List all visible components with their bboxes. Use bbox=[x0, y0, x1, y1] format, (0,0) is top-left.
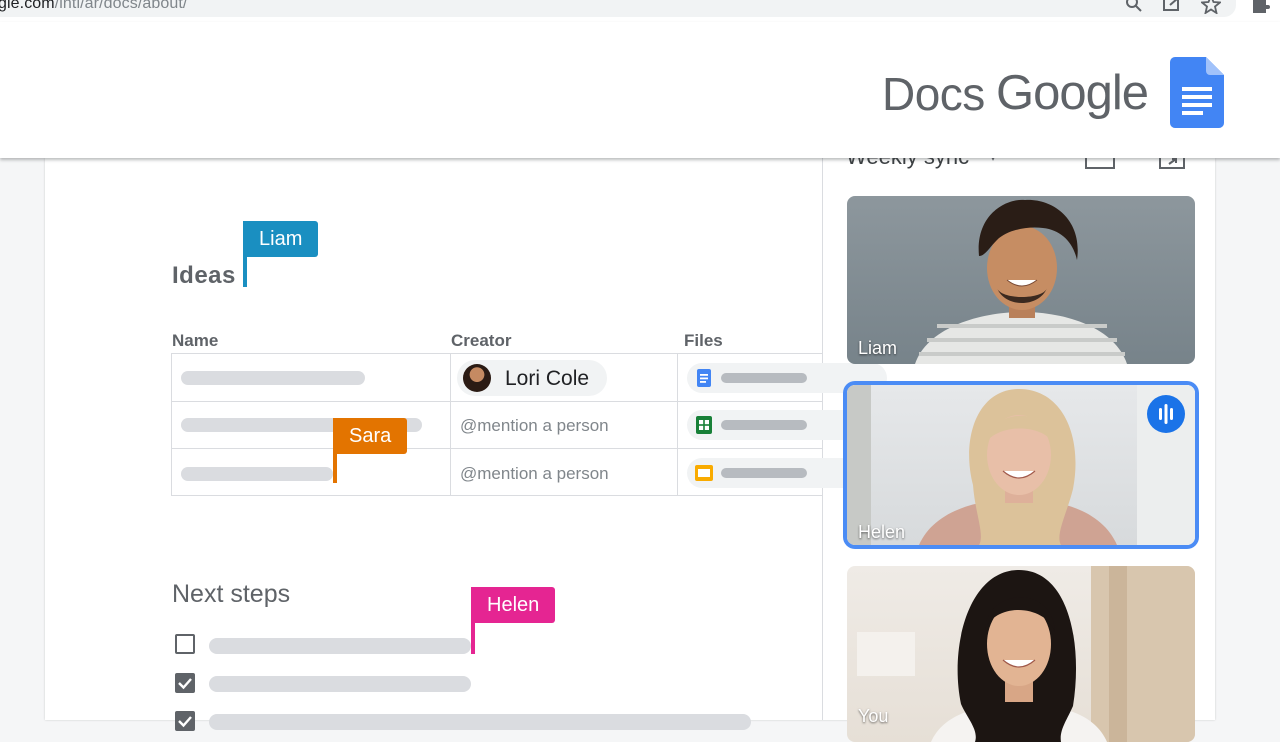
participant-video-liam bbox=[915, 199, 1127, 364]
checkmark-icon bbox=[178, 716, 192, 728]
task-placeholder bbox=[209, 676, 471, 692]
cursor-label: Liam bbox=[243, 221, 319, 257]
name-placeholder bbox=[181, 371, 365, 385]
share-icon[interactable] bbox=[1162, 0, 1182, 14]
brand-product-name: Docs bbox=[882, 68, 985, 120]
avatar bbox=[463, 364, 491, 392]
participant-video-you bbox=[857, 566, 1195, 742]
bookmark-star-icon[interactable] bbox=[1201, 0, 1221, 14]
site-header: Docs Google bbox=[0, 22, 1280, 158]
zoom-icon[interactable] bbox=[1124, 0, 1144, 14]
slides-file-icon bbox=[695, 465, 713, 481]
participant-tile-self[interactable]: You bbox=[847, 566, 1195, 742]
checkmark-icon bbox=[178, 678, 192, 690]
docs-file-icon bbox=[697, 369, 711, 387]
browser-toolbar: gle.com/intl/ar/docs/about/ bbox=[0, 0, 1280, 22]
ideas-heading: Ideas bbox=[172, 262, 236, 289]
url-text: gle.com/intl/ar/docs/about/ bbox=[0, 0, 187, 13]
mention-prompt[interactable]: @mention a person bbox=[460, 416, 609, 436]
participant-tile[interactable]: Liam bbox=[847, 196, 1195, 364]
column-header-files: Files bbox=[684, 331, 723, 350]
brand-company-name: Google bbox=[996, 66, 1149, 120]
speaking-indicator-icon bbox=[1147, 395, 1185, 433]
cursor-label: Sara bbox=[333, 418, 408, 454]
next-steps-heading: Next steps bbox=[172, 580, 291, 608]
participant-name: Liam bbox=[858, 338, 898, 358]
column-header-name: Name bbox=[172, 331, 219, 350]
url-path: /intl/ar/docs/about/ bbox=[54, 0, 188, 12]
task-placeholder bbox=[209, 714, 751, 730]
checkbox-checked[interactable] bbox=[175, 673, 195, 693]
creator-name: Lori Cole bbox=[505, 367, 590, 390]
checkbox-checked[interactable] bbox=[175, 711, 195, 731]
file-name-placeholder bbox=[721, 373, 807, 383]
sheets-file-icon bbox=[696, 416, 712, 434]
participant-tile-active-speaker[interactable]: Helen bbox=[847, 385, 1195, 545]
task-placeholder bbox=[209, 638, 471, 654]
url-host: gle.com bbox=[0, 0, 55, 12]
cursor-label: Helen bbox=[471, 587, 556, 623]
column-header-creator: Creator bbox=[451, 331, 512, 350]
participant-name: You bbox=[858, 706, 889, 726]
mention-prompt[interactable]: @mention a person bbox=[460, 464, 609, 484]
checkbox-unchecked[interactable] bbox=[175, 634, 195, 654]
participant-video-helen bbox=[847, 385, 1195, 545]
file-name-placeholder bbox=[721, 420, 807, 430]
extensions-puzzle-icon[interactable] bbox=[1250, 0, 1270, 14]
name-placeholder bbox=[181, 467, 333, 481]
address-bar[interactable]: gle.com/intl/ar/docs/about/ bbox=[0, 0, 1236, 17]
google-docs-icon[interactable] bbox=[1170, 57, 1224, 128]
person-chip[interactable]: Lori Cole bbox=[457, 360, 607, 396]
participant-name: Helen bbox=[858, 522, 906, 542]
file-name-placeholder bbox=[721, 468, 807, 478]
